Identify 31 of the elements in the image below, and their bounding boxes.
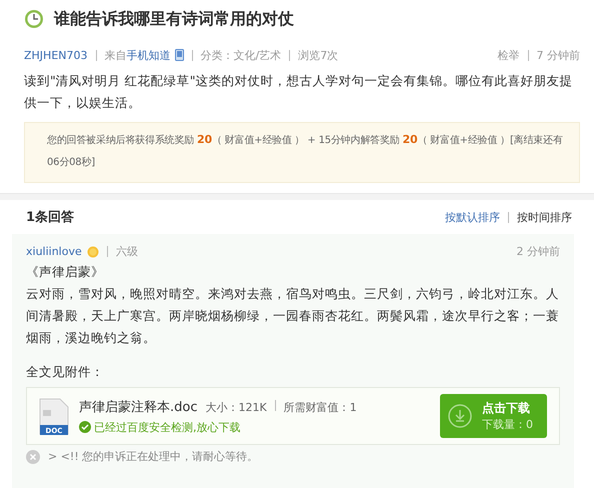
- attachment-label: 全文见附件：: [26, 363, 105, 381]
- view-count: 浏览7次: [298, 48, 338, 62]
- category-label: 分类：文化/艺术: [200, 48, 282, 62]
- answer-text: 云对雨，雪对风，晚照对晴空。来鸿对去燕，宿鸟对鸣虫。三尺剑，六钧弓，岭北对江东。人间清暑殿，天上广寒宫。两岸晓烟杨柳绿，一园春雨杏花红。两鬓风霜，途次早行之客；一蓑烟雨，溪边晚钓之翁。: [26, 285, 560, 347]
- question-body: 读到"清风对明月 红花配绿草"这类的对仗时，想古人学对句一定会有集锦。哪位有此喜好朋友提供一下，以娱生活。: [24, 72, 574, 112]
- post-time: 7 分钟前: [536, 48, 580, 62]
- appeal-status: > <!! 您的申诉正在处理中，请耐心等待。: [48, 449, 258, 464]
- question-title: 谁能告诉我哪里有诗词常用的对仗: [54, 8, 294, 30]
- author-link[interactable]: ZHJHEN703: [24, 48, 88, 62]
- file-name: 声律启蒙注释本.doc: [79, 398, 198, 416]
- download-button[interactable]: 点击下载 下载量：0: [440, 394, 547, 438]
- sort-tab[interactable]: 按默认排序: [445, 210, 500, 224]
- download-icon: [448, 404, 472, 428]
- file-cost: 所需财富值：1: [284, 400, 357, 414]
- security-note: 已经过百度安全检测,放心下载: [94, 420, 240, 434]
- reward-notice: 您的回答被采纳后将获得系统奖励 20（ 财富值+经验值 ） + 15分钟内解答奖励 20（ 财富值+经验值 ）[离结束还有06分08秒]: [24, 122, 580, 183]
- sort-tab[interactable]: 按时间排序: [517, 210, 572, 224]
- answer-count: 1条回答: [26, 209, 74, 226]
- user-link[interactable]: xiuliinlove: [26, 245, 82, 258]
- file-size: 大小：121K: [206, 400, 267, 414]
- phone-icon: [174, 49, 184, 61]
- report-link[interactable]: 检举: [498, 48, 520, 62]
- source-link[interactable]: 手机知道: [126, 48, 170, 62]
- sun-icon: [86, 246, 99, 258]
- source-label: 来自: [104, 48, 126, 62]
- user-level: 六级: [116, 244, 138, 259]
- answer-time: 2 分钟前: [516, 244, 560, 259]
- book-title: 《声律启蒙》: [26, 263, 105, 281]
- clock-icon: [24, 9, 44, 29]
- check-icon: [79, 421, 91, 433]
- close-icon: [26, 450, 40, 464]
